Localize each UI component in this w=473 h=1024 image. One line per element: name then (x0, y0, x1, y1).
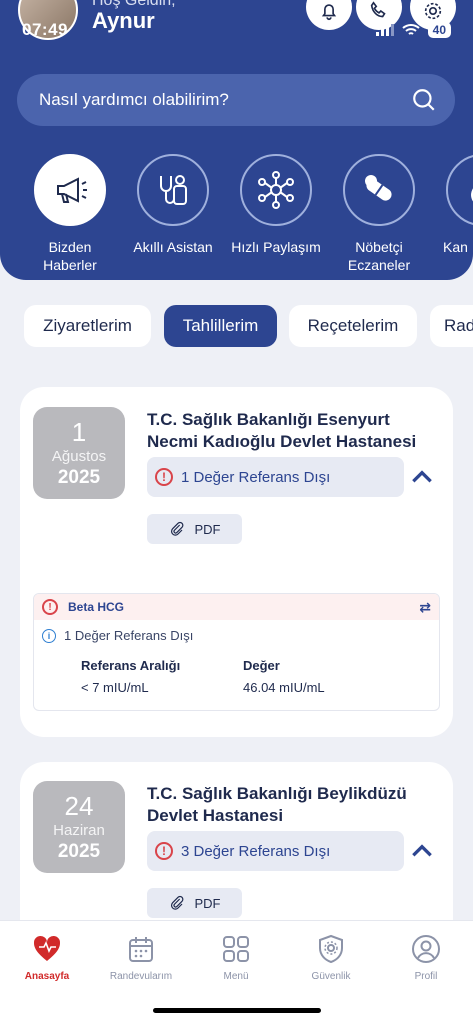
chevron-up-icon[interactable] (409, 464, 435, 490)
user-name: Aynur (92, 8, 155, 33)
battery-level: 40 (427, 22, 451, 38)
reference-range-value: < 7 mIU/mL (81, 680, 149, 695)
swap-icon[interactable]: ⇄ (419, 599, 431, 616)
pdf-button[interactable]: PDF (147, 888, 242, 918)
phone-icon (370, 1, 386, 18)
quick-action-circle (343, 154, 415, 226)
result-card: 1 Ağustos 2025 T.C. Sağlık Bakanlığı Ese… (20, 387, 453, 737)
hospital-name-line2: Devlet Hastanesi (147, 806, 284, 825)
notifications-button[interactable] (306, 0, 352, 30)
status-time: 07:49 (22, 20, 68, 39)
blood-drop-icon (471, 188, 473, 202)
info-row: i 1 Değer Referans Dışı (34, 620, 439, 643)
tab-tahlillerim[interactable]: Tahlillerim (164, 305, 277, 347)
quick-action-label: Akıllı Asistan (133, 239, 213, 255)
test-value: 46.04 mIU/mL (243, 680, 325, 695)
hospital-name: T.C. Sağlık Bakanlığı Esenyurt Necmi Kad… (147, 409, 437, 453)
reference-status-text: 1 Değer Referans Dışı (181, 468, 331, 486)
wifi-icon (401, 24, 420, 35)
chevron-up-icon[interactable] (409, 838, 435, 864)
quick-action-assistant[interactable]: Akıllı Asistan (128, 154, 218, 256)
heart-icon (33, 935, 61, 961)
date-year: 2025 (57, 467, 101, 488)
quick-action-label: Kan (443, 239, 468, 255)
quick-action-circle (446, 154, 473, 226)
search-icon[interactable] (411, 87, 437, 113)
reference-status[interactable]: ! 3 Değer Referans Dışı (147, 831, 404, 871)
grid-icon (223, 936, 249, 962)
reference-status[interactable]: ! 1 Değer Referans Dışı (147, 457, 404, 497)
nav-home[interactable]: Anasayfa (2, 933, 92, 982)
warning-icon: ! (155, 468, 173, 486)
info-text: 1 Değer Referans Dışı (64, 628, 194, 643)
doctor-icon (160, 175, 187, 205)
tab-ziyaretlerim[interactable]: Ziyaretlerim (24, 305, 151, 347)
quick-action-blood[interactable]: Kan (437, 154, 473, 256)
tab-recetelerim[interactable]: Reçetelerim (289, 305, 417, 347)
nav-label: Profil (414, 971, 438, 982)
user-icon (412, 935, 440, 963)
nav-label: Anasayfa (24, 971, 70, 982)
signal-icon (375, 24, 394, 36)
home-indicator (153, 1008, 321, 1013)
paperclip-icon (170, 895, 183, 910)
test-detail-header: ! Beta HCG ⇄ (34, 594, 439, 620)
quick-action-circle (137, 154, 209, 226)
date-badge: 1 Ağustos 2025 (33, 407, 125, 499)
pdf-label: PDF (194, 895, 221, 911)
bell-icon (321, 4, 337, 21)
quick-action-label: Hızlı Paylaşım (231, 239, 321, 255)
share-network-icon (258, 171, 294, 209)
calendar-icon (129, 937, 153, 962)
shield-icon (319, 934, 343, 964)
reference-range-header: Referans Aralığı (81, 658, 181, 673)
header: Hoş Geldin, Aynur 07:49 40 Nasıl yardımc… (0, 0, 473, 280)
nav-profile[interactable]: Profil (381, 933, 471, 982)
hospital-name: T.C. Sağlık Bakanlığı Beylikdüzü Devlet … (147, 783, 437, 827)
pdf-button[interactable]: PDF (147, 514, 242, 544)
gear-icon (424, 2, 442, 20)
quick-action-news[interactable]: Bizden Haberler (25, 154, 115, 274)
quick-action-circle (240, 154, 312, 226)
warning-icon: ! (155, 842, 173, 860)
warning-icon: ! (42, 599, 58, 615)
nav-menu[interactable]: Menü (191, 933, 281, 982)
nav-label: Güvenlik (311, 971, 351, 982)
quick-action-circle (34, 154, 106, 226)
date-month: Haziran (53, 822, 105, 839)
value-header: Değer (243, 658, 280, 673)
quick-action-share[interactable]: Hızlı Paylaşım (231, 154, 321, 256)
status-icons: 40 (375, 22, 451, 38)
info-icon: i (42, 628, 56, 643)
pdf-label: PDF (194, 521, 221, 537)
pills-icon (365, 175, 392, 201)
quick-action-label: Bizden Haberler (43, 239, 97, 273)
nav-security[interactable]: Güvenlik (286, 933, 376, 982)
hospital-name-line1: T.C. Sağlık Bakanlığı Esenyurt (147, 410, 390, 429)
test-detail: ! Beta HCG ⇄ i 1 Değer Referans Dışı Ref… (33, 593, 440, 711)
nav-label: Menü (223, 971, 249, 982)
quick-action-label: Nöbetçi Eczaneler (347, 239, 411, 273)
nav-appointments[interactable]: Randevularım (96, 933, 186, 982)
assistant-search[interactable]: Nasıl yardımcı olabilirim? (17, 74, 455, 126)
reference-status-text: 3 Değer Referans Dışı (181, 842, 331, 860)
date-month: Ağustos (51, 448, 107, 465)
date-day: 1 (71, 417, 87, 447)
search-placeholder: Nasıl yardımcı olabilirim? (39, 90, 229, 109)
date-day: 24 (64, 791, 94, 821)
quick-action-pharmacy[interactable]: Nöbetçi Eczaneler (334, 154, 424, 274)
nav-label: Randevularım (109, 971, 173, 982)
paperclip-icon (170, 521, 183, 536)
tab-radyoloji[interactable]: Rad (430, 305, 473, 347)
hospital-name-line2: Necmi Kadıoğlu Devlet Hastanesi (147, 432, 417, 451)
test-name: Beta HCG (68, 600, 125, 614)
date-year: 2025 (57, 841, 101, 862)
hospital-name-line1: T.C. Sağlık Bakanlığı Beylikdüzü (147, 784, 407, 803)
megaphone-icon (57, 177, 87, 203)
date-badge: 24 Haziran 2025 (33, 781, 125, 873)
